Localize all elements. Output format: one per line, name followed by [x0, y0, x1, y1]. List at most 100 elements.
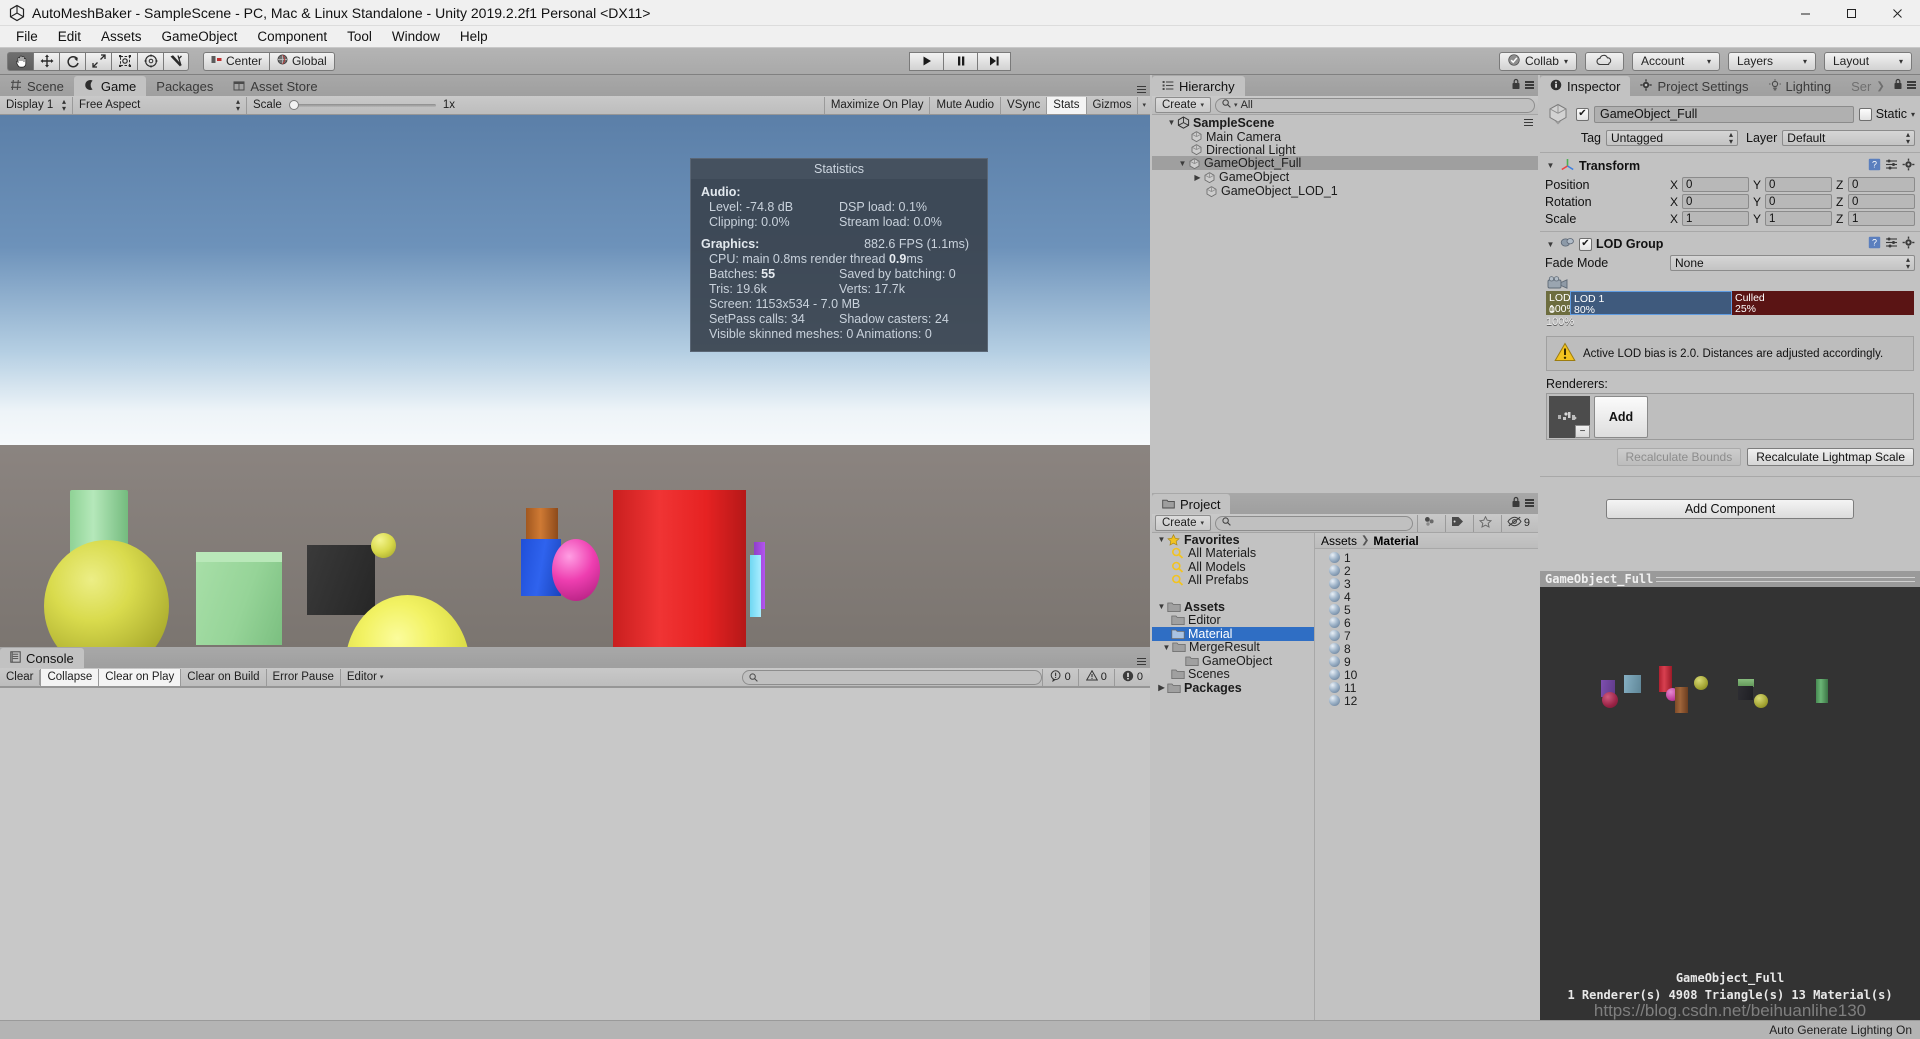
- rotate-tool-button[interactable]: [59, 51, 85, 71]
- lod-segment-0[interactable]: LOD 0 100%: [1546, 291, 1570, 315]
- menu-component[interactable]: Component: [247, 27, 337, 46]
- menu-edit[interactable]: Edit: [48, 27, 91, 46]
- tab-more[interactable]: Ser ❯: [1841, 76, 1895, 96]
- move-tool-button[interactable]: [33, 51, 59, 71]
- menu-tool[interactable]: Tool: [337, 27, 382, 46]
- panel-menu-icon[interactable]: [1525, 81, 1534, 89]
- asset-row[interactable]: 9: [1315, 655, 1538, 669]
- menu-file[interactable]: File: [6, 27, 48, 46]
- hidden-packages-badge[interactable]: 9: [1500, 514, 1535, 532]
- object-active-checkbox[interactable]: [1576, 107, 1589, 121]
- panel-menu-icon[interactable]: [1137, 85, 1146, 93]
- lod-segment-culled[interactable]: Culled 25%: [1732, 291, 1914, 315]
- tab-hierarchy[interactable]: Hierarchy: [1152, 76, 1245, 96]
- project-row-assets[interactable]: ▼ Assets: [1152, 600, 1314, 614]
- game-render-view[interactable]: Statistics Audio: Level: -74.8 dB DSP lo…: [0, 115, 1150, 647]
- stats-button[interactable]: Stats: [1046, 96, 1086, 114]
- project-row-all-materials[interactable]: All Materials: [1152, 546, 1314, 560]
- scale-slider-group[interactable]: Scale 1x: [246, 96, 461, 114]
- expand-triangle-icon[interactable]: ▼: [1156, 535, 1167, 544]
- static-toggle-group[interactable]: Static ▾: [1858, 107, 1915, 121]
- hierarchy-row-main-camera[interactable]: Main Camera: [1152, 130, 1538, 144]
- asset-row[interactable]: 1: [1315, 551, 1538, 565]
- expand-triangle-icon[interactable]: ▼: [1545, 161, 1556, 170]
- cloud-button[interactable]: [1585, 51, 1624, 71]
- account-button[interactable]: Account ▾: [1632, 51, 1720, 71]
- clear-button[interactable]: Clear: [0, 669, 39, 686]
- lod-group-enabled-checkbox[interactable]: [1579, 237, 1592, 251]
- project-row-packages[interactable]: ▶ Packages: [1152, 681, 1314, 695]
- project-search-input[interactable]: [1215, 515, 1413, 531]
- clear-on-play-button[interactable]: Clear on Play: [98, 668, 181, 686]
- search-by-label-button[interactable]: [1444, 514, 1469, 532]
- console-log-list[interactable]: [0, 687, 1150, 1039]
- panel-menu-icon[interactable]: [1137, 657, 1146, 665]
- rotation-y-field[interactable]: 0: [1765, 194, 1832, 209]
- tab-game[interactable]: Game: [73, 76, 147, 96]
- expand-triangle-icon[interactable]: ▼: [1545, 240, 1556, 249]
- collab-button[interactable]: Collab ▾: [1498, 51, 1577, 71]
- hierarchy-search-input[interactable]: ▾ All: [1215, 97, 1535, 113]
- menu-window[interactable]: Window: [382, 27, 450, 46]
- rotation-z-field[interactable]: 0: [1848, 194, 1915, 209]
- collapse-triangle-icon[interactable]: ▶: [1156, 683, 1167, 692]
- favorite-filter-button[interactable]: [1472, 514, 1497, 532]
- rotation-x-field[interactable]: 0: [1682, 194, 1749, 209]
- menu-gameobject[interactable]: GameObject: [152, 27, 248, 46]
- maximize-button[interactable]: [1828, 0, 1874, 26]
- lod-camera-icon[interactable]: [1546, 276, 1568, 290]
- log-count-badge[interactable]: 0: [1041, 668, 1078, 686]
- hierarchy-row-gameobject-lod-1[interactable]: GameObject_LOD_1: [1152, 184, 1538, 198]
- tag-dropdown[interactable]: Untagged ▴ ▾: [1606, 130, 1738, 146]
- lock-icon[interactable]: [1893, 77, 1903, 93]
- project-row-gameobject[interactable]: GameObject: [1152, 654, 1314, 668]
- position-z-field[interactable]: 0: [1848, 177, 1915, 192]
- hierarchy-row-gameobject-full[interactable]: ▼ GameObject_Full: [1152, 156, 1538, 170]
- asset-row[interactable]: 4: [1315, 590, 1538, 604]
- hand-tool-button[interactable]: [7, 51, 33, 71]
- asset-row[interactable]: 2: [1315, 564, 1538, 578]
- panel-menu-icon[interactable]: [1525, 499, 1534, 507]
- gear-icon[interactable]: [1902, 158, 1915, 174]
- remove-renderer-button[interactable]: −: [1575, 424, 1590, 438]
- search-by-type-button[interactable]: [1416, 514, 1441, 532]
- project-row-all-models[interactable]: All Models: [1152, 560, 1314, 574]
- error-pause-button[interactable]: Error Pause: [265, 668, 340, 686]
- tab-console[interactable]: Console: [0, 648, 84, 668]
- vsync-button[interactable]: VSync: [1000, 96, 1046, 114]
- recalculate-bounds-button[interactable]: Recalculate Bounds: [1616, 448, 1742, 466]
- tab-project-settings[interactable]: Project Settings: [1630, 76, 1758, 96]
- project-row-editor[interactable]: Editor: [1152, 613, 1314, 627]
- pause-button[interactable]: [943, 51, 977, 71]
- console-search-input[interactable]: [741, 669, 1042, 685]
- layout-button[interactable]: Layout ▾: [1824, 51, 1912, 71]
- menu-help[interactable]: Help: [450, 27, 498, 46]
- hierarchy-row-gameobject[interactable]: ▶ GameObject: [1152, 170, 1538, 184]
- renderer-thumbnail[interactable]: −: [1549, 395, 1590, 438]
- scale-x-field[interactable]: 1: [1682, 211, 1749, 226]
- project-row-material[interactable]: Material: [1152, 627, 1314, 641]
- position-x-field[interactable]: 0: [1682, 177, 1749, 192]
- project-row-favorites[interactable]: ▼ Favorites: [1152, 533, 1314, 547]
- scale-z-field[interactable]: 1: [1848, 211, 1915, 226]
- asset-row[interactable]: 7: [1315, 629, 1538, 643]
- editor-dropdown[interactable]: Editor ▾: [339, 668, 390, 686]
- asset-row[interactable]: 10: [1315, 668, 1538, 682]
- breadcrumb-material[interactable]: Material: [1373, 534, 1418, 548]
- transform-tool-button[interactable]: [137, 51, 163, 71]
- asset-row[interactable]: 3: [1315, 577, 1538, 591]
- asset-row[interactable]: 12: [1315, 694, 1538, 708]
- aspect-dropdown[interactable]: Free Aspect ▴ ▾: [72, 96, 246, 114]
- tab-asset-store[interactable]: Asset Store: [223, 76, 327, 96]
- project-create-button[interactable]: Create ▾: [1155, 515, 1212, 531]
- add-renderer-button[interactable]: Add: [1594, 395, 1648, 438]
- preset-icon[interactable]: [1885, 158, 1898, 174]
- expand-triangle-icon[interactable]: ▼: [1166, 118, 1177, 127]
- maximize-on-play-button[interactable]: Maximize On Play: [823, 96, 930, 114]
- lod-segment-1[interactable]: LOD 1 80%: [1570, 291, 1732, 315]
- warning-count-badge[interactable]: 0: [1077, 668, 1114, 686]
- gizmos-button[interactable]: Gizmos: [1085, 96, 1138, 114]
- scale-slider-handle[interactable]: [288, 100, 299, 110]
- hierarchy-row-directional-light[interactable]: Directional Light: [1152, 143, 1538, 157]
- project-asset-list[interactable]: Assets ❯ Material 1 2 3 4 5 6 7 8 9 10 1…: [1315, 533, 1538, 1039]
